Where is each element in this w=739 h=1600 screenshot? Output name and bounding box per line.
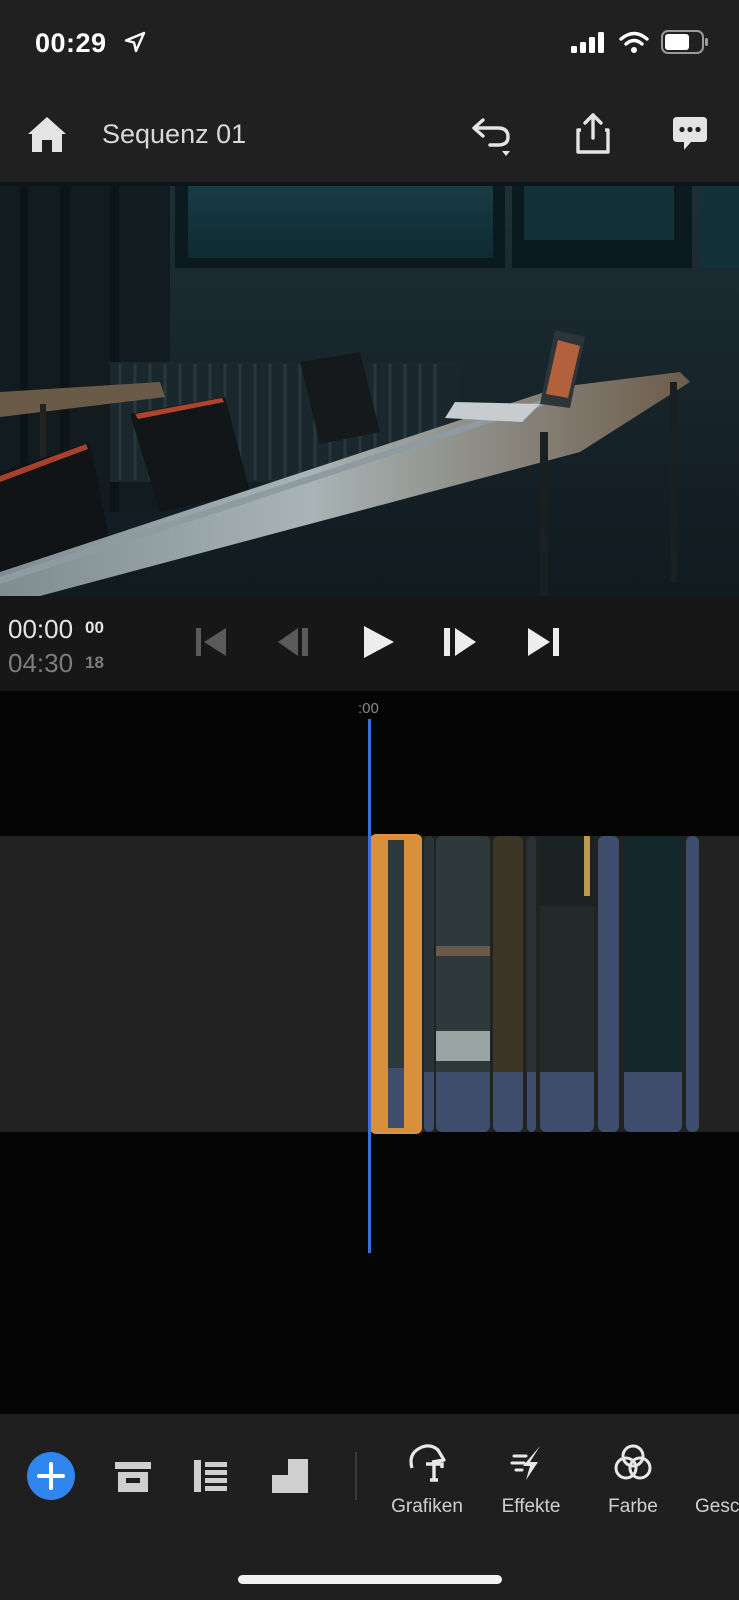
selected-clip-audio bbox=[388, 1068, 404, 1128]
color-icon bbox=[614, 1444, 652, 1480]
undo-icon[interactable] bbox=[470, 114, 516, 156]
archive-box-icon bbox=[115, 1462, 151, 1492]
timeline-clip[interactable] bbox=[436, 836, 490, 1132]
status-indicators bbox=[571, 30, 709, 59]
color-tool[interactable]: Farbe bbox=[583, 1442, 683, 1518]
preview-frame-image bbox=[0, 182, 739, 596]
step-back-icon bbox=[278, 628, 308, 656]
timeline-clip[interactable] bbox=[424, 836, 434, 1132]
location-arrow-icon bbox=[123, 30, 147, 59]
bottom-toolbar: Grafiken Effekte Farbe Gesc bbox=[0, 1414, 739, 1600]
home-indicator bbox=[238, 1575, 502, 1584]
share-icon[interactable] bbox=[574, 112, 612, 156]
graphics-tool[interactable]: Grafiken bbox=[377, 1442, 477, 1518]
skip-to-end-icon bbox=[528, 628, 559, 656]
effects-tool-label: Effekte bbox=[501, 1496, 561, 1517]
timeline[interactable]: :00 bbox=[0, 691, 739, 1414]
timeline-clip[interactable] bbox=[527, 836, 536, 1132]
wifi-icon bbox=[619, 31, 649, 58]
play-button[interactable] bbox=[358, 622, 398, 662]
speed-tool[interactable]: Gesc bbox=[685, 1442, 739, 1518]
playhead[interactable] bbox=[368, 719, 371, 1253]
app-header: Sequenz 01 bbox=[0, 92, 739, 182]
step-back-button[interactable] bbox=[274, 622, 314, 662]
duration-timecode: 04:30 bbox=[8, 648, 74, 678]
add-media-button[interactable] bbox=[27, 1452, 75, 1500]
graphics-icon bbox=[409, 1444, 446, 1482]
video-preview[interactable] bbox=[0, 182, 739, 596]
aspect-ratio-icon bbox=[272, 1459, 308, 1493]
graphics-tool-label: Grafiken bbox=[391, 1496, 463, 1517]
current-timecode: 00:00 bbox=[8, 614, 74, 644]
duration-timecode-frames: 18 bbox=[85, 653, 104, 672]
skip-to-end-button[interactable] bbox=[524, 622, 564, 662]
skip-to-start-button[interactable] bbox=[192, 622, 232, 662]
speed-tool-label: Gesc bbox=[695, 1496, 739, 1517]
timeline-clip[interactable] bbox=[598, 836, 619, 1132]
skip-to-start-icon bbox=[196, 628, 226, 656]
timeline-clip[interactable] bbox=[686, 836, 699, 1132]
current-timecode-frames: 00 bbox=[85, 618, 104, 637]
feedback-icon[interactable] bbox=[671, 114, 709, 154]
step-forward-icon bbox=[444, 628, 476, 656]
step-forward-button[interactable] bbox=[440, 622, 480, 662]
sequence-title[interactable]: Sequenz 01 bbox=[102, 119, 246, 150]
timeline-clip[interactable] bbox=[493, 836, 523, 1132]
media-bin-button[interactable] bbox=[113, 1456, 153, 1496]
home-icon[interactable] bbox=[26, 114, 68, 156]
effects-tool[interactable]: Effekte bbox=[481, 1442, 581, 1518]
transport-bar: 00:00 00 04:30 18 bbox=[0, 596, 739, 691]
timeline-clip[interactable] bbox=[540, 836, 594, 1132]
selected-clip[interactable] bbox=[370, 834, 422, 1134]
color-tool-label: Farbe bbox=[608, 1496, 658, 1517]
play-icon bbox=[364, 626, 394, 658]
toolbar-divider bbox=[355, 1452, 357, 1500]
effects-icon bbox=[510, 1446, 540, 1480]
battery-icon bbox=[661, 30, 709, 59]
timeline-ruler-label: :00 bbox=[358, 700, 379, 717]
status-bar: 00:29 bbox=[0, 0, 739, 92]
layers-icon bbox=[194, 1460, 227, 1492]
status-time: 00:29 bbox=[35, 28, 107, 58]
layers-button[interactable] bbox=[191, 1456, 231, 1496]
plus-icon bbox=[37, 1462, 65, 1490]
cellular-signal-icon bbox=[571, 31, 607, 58]
timeline-clip[interactable] bbox=[624, 836, 682, 1132]
aspect-ratio-button[interactable] bbox=[270, 1456, 310, 1496]
